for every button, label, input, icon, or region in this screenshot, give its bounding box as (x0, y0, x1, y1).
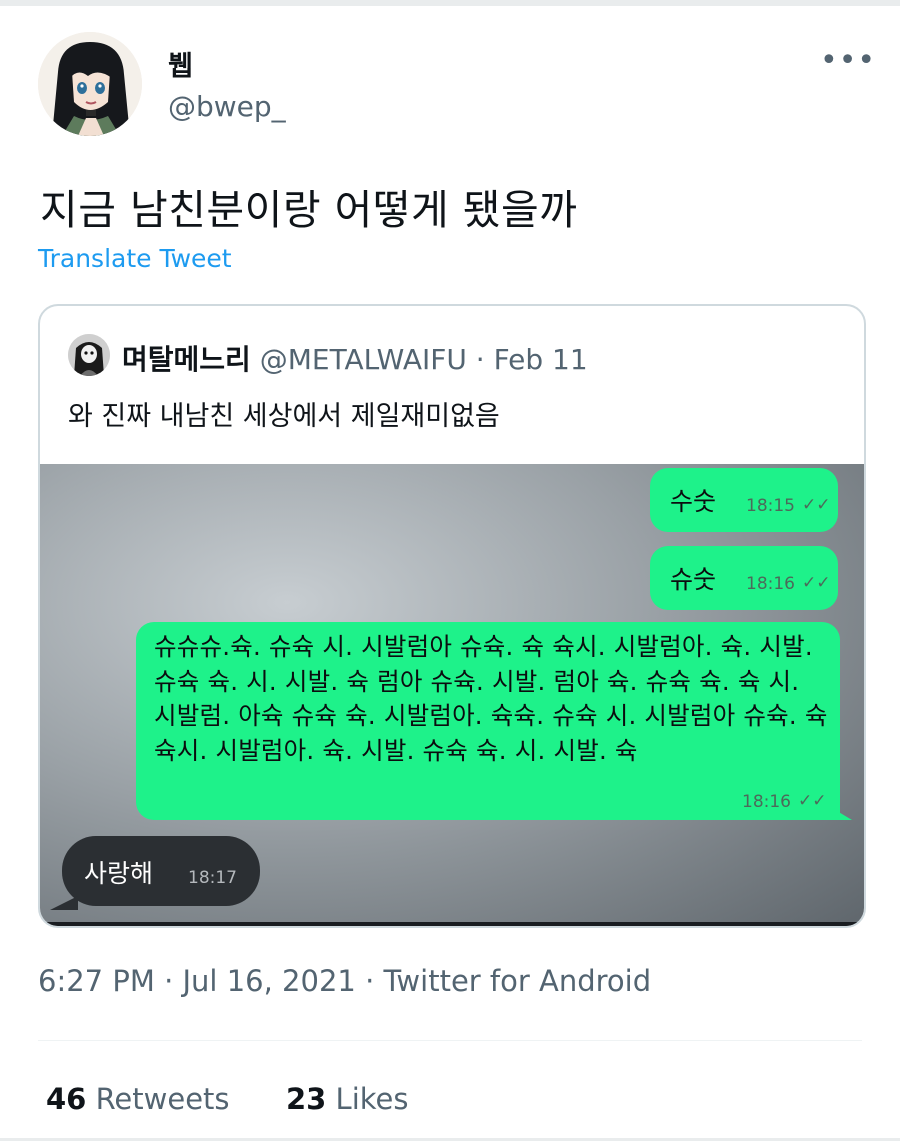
author-display-name[interactable]: 뷉 (168, 44, 193, 83)
quoted-author-name[interactable]: 며탈메느리 (122, 343, 251, 376)
likes-stat[interactable]: 23 Likes (286, 1082, 409, 1116)
divider (38, 1040, 862, 1041)
tweet-stats: 46 Retweets 23 Likes (46, 1082, 408, 1116)
message-time: 18:16 (746, 574, 795, 594)
tweet-timestamp[interactable]: 6:27 PM · Jul 16, 2021 · Twitter for And… (38, 964, 651, 998)
message-text: 사랑해 (84, 859, 154, 888)
message-text: 슈슈슈.슉. 슈슉 시. 시발럼아 슈슉. 슉 슉시. 시발럼아. 슉. 시발.… (154, 632, 828, 765)
chat-message-sent: 수숫 18:15 ✓✓ (650, 468, 838, 532)
more-options-icon[interactable]: ••• (820, 46, 875, 76)
quoted-author-handle[interactable]: @METALWAIFU (260, 343, 467, 376)
retweets-stat[interactable]: 46 Retweets (46, 1082, 230, 1116)
anime-girl-avatar-icon[interactable] (38, 32, 142, 136)
tweet-text: 지금 남친분이랑 어떻게 됐을까 (40, 186, 578, 234)
retweets-count: 46 (46, 1082, 87, 1116)
media-bottom-edge (40, 922, 864, 926)
likes-count: 23 (285, 1082, 327, 1116)
chat-message-sent: 슈숫 18:16 ✓✓ (650, 546, 838, 610)
message-text: 수숫 (670, 487, 717, 516)
message-text: 슈숫 (670, 565, 717, 594)
message-time: 18:15 (746, 496, 795, 516)
gothic-avatar-icon (68, 334, 110, 376)
chat-message-sent: 슈슈슈.슉. 슈슉 시. 시발럼아 슈슉. 슉 슉시. 시발럼아. 슉. 시발.… (136, 622, 840, 820)
translate-tweet-link[interactable]: Translate Tweet (38, 244, 232, 273)
quoted-separator: · (475, 343, 485, 376)
retweets-label: Retweets (95, 1082, 230, 1116)
quoted-tweet-card[interactable]: 며탈메느리 @METALWAIFU · Feb 11 와 진짜 내남친 세상에서… (38, 304, 866, 928)
chat-message-received: 사랑해 18:17 (62, 836, 260, 906)
likes-label: Likes (335, 1082, 409, 1116)
chat-screenshot-image[interactable]: 수숫 18:15 ✓✓ 슈숫 18:16 ✓✓ 슈슈슈.슉. 슈슉 시. 시발럼… (40, 464, 864, 926)
message-time: 18:16 (742, 792, 791, 812)
message-time: 18:17 (188, 868, 237, 888)
double-check-icon: ✓✓ (802, 495, 831, 515)
double-check-icon: ✓✓ (802, 573, 831, 593)
quoted-date: Feb 11 (493, 343, 588, 376)
top-divider (0, 0, 900, 6)
quoted-tweet-text: 와 진짜 내남친 세상에서 제일재미없음 (68, 401, 500, 432)
author-handle[interactable]: @bwep_ (168, 90, 286, 123)
quoted-tweet-header: 며탈메느리 @METALWAIFU · Feb 11 (122, 338, 588, 378)
